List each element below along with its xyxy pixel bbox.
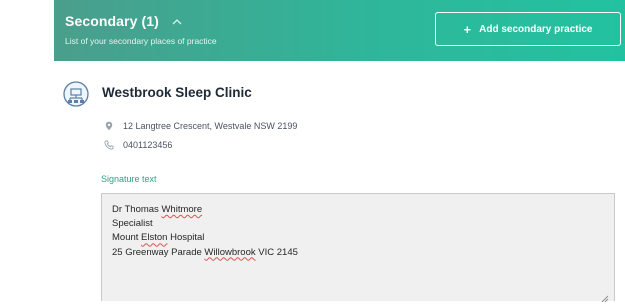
- building-network-icon: [63, 81, 89, 107]
- chevron-up-icon[interactable]: [171, 15, 183, 27]
- practice-phone: 0401123456: [123, 140, 173, 150]
- phone-icon: [104, 140, 114, 150]
- signature-textarea[interactable]: Dr Thomas Whitmore Specialist Mount Elst…: [101, 193, 615, 303]
- phone-row: 0401123456: [104, 140, 172, 150]
- secondary-practices-header: Secondary (1) List of your secondary pla…: [54, 0, 625, 61]
- add-secondary-practice-button[interactable]: + Add secondary practice: [435, 12, 621, 46]
- location-pin-icon: [104, 121, 114, 131]
- practice-address: 12 Langtree Crescent, Westvale NSW 2199: [123, 121, 298, 131]
- practice-name: Westbrook Sleep Clinic: [102, 85, 252, 100]
- signature-label: Signature text: [101, 174, 157, 184]
- section-title: Secondary (1): [65, 13, 159, 29]
- signature-line: Mount Elston Hospital: [112, 232, 205, 244]
- add-button-label: Add secondary practice: [479, 23, 593, 35]
- signature-line: 25 Greenway Parade Willowbrook VIC 2145: [112, 246, 298, 258]
- plus-icon: +: [463, 21, 472, 37]
- section-subtitle: List of your secondary places of practic…: [65, 36, 217, 46]
- resize-handle-icon[interactable]: [601, 290, 609, 303]
- address-row: 12 Langtree Crescent, Westvale NSW 2199: [104, 121, 297, 131]
- signature-line: Specialist: [112, 218, 153, 230]
- signature-line: Dr Thomas Whitmore: [112, 204, 203, 215]
- section-toggle[interactable]: Secondary (1): [65, 13, 183, 29]
